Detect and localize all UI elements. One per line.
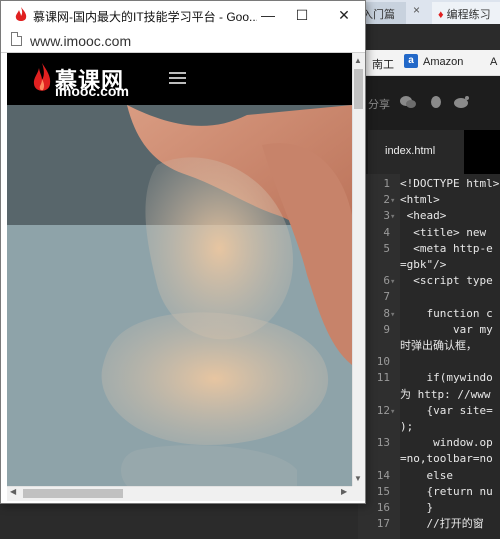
browser-window: 慕课网-国内最大的IT技能学习平台 - Goo... — ☐ ✕ www.imo…	[0, 0, 366, 504]
code-line[interactable]: =gbk"/>	[358, 257, 500, 273]
tab-label: 入门篇	[362, 9, 395, 21]
code-line[interactable]: 。	[358, 532, 500, 539]
code-text: <script type	[400, 274, 493, 288]
code-line[interactable]: 16 }	[358, 500, 500, 516]
code-line[interactable]: 1 <!DOCTYPE html>	[358, 176, 500, 192]
code-line[interactable]: 8▾ function c	[358, 306, 500, 322]
vertical-scrollbar[interactable]	[352, 53, 365, 486]
bookmark-more[interactable]: A	[490, 56, 497, 68]
weibo-icon[interactable]	[454, 95, 470, 109]
code-line[interactable]: 12▾ {var site=	[358, 403, 500, 419]
code-text: =no,toolbar=no	[400, 452, 493, 466]
code-line[interactable]: 2▾ <html>	[358, 192, 500, 208]
code-line[interactable]: 9 var my	[358, 322, 500, 338]
amazon-icon: a	[404, 54, 418, 68]
code-line[interactable]: 3▾ <head>	[358, 208, 500, 224]
code-text: <meta http-e	[400, 241, 493, 255]
code-text: );	[400, 420, 414, 433]
code-text: window.op	[400, 436, 493, 450]
logo-domain[interactable]: imooc.com	[55, 83, 129, 99]
share-label: 分享	[368, 99, 390, 111]
flame-favicon-icon	[15, 7, 27, 21]
code-text: {var site=	[400, 403, 493, 417]
code-line[interactable]: 17 //打开的窗	[358, 516, 500, 532]
window-title: 慕课网-国内最大的IT技能学习平台 - Goo...	[33, 10, 257, 24]
hamburger-menu-icon[interactable]	[169, 72, 186, 85]
code-text: 时弹出确认框，	[400, 339, 477, 352]
scroll-up-icon[interactable]: ▲	[354, 56, 362, 65]
code-text: if(mywindo	[400, 371, 493, 385]
code-text: 。	[400, 533, 411, 539]
tab-index-html[interactable]: index.html	[368, 130, 464, 174]
code-text: }	[400, 501, 434, 514]
line-number: 17	[376, 517, 390, 531]
code-text: <head>	[400, 209, 447, 223]
vertical-scroll-thumb[interactable]	[354, 69, 363, 109]
code-text: =gbk"/>	[400, 258, 447, 271]
horizontal-scroll-thumb[interactable]	[23, 489, 123, 498]
wechat-icon[interactable]	[400, 95, 416, 109]
code-line[interactable]: 15 {return nu	[358, 484, 500, 500]
imooc-flame-icon[interactable]	[33, 63, 51, 95]
code-line[interactable]: 5 <meta http-e	[358, 241, 500, 257]
hero-image	[7, 105, 352, 486]
bookmark-nangong[interactable]: 南工	[372, 56, 394, 72]
code-line[interactable]: 7	[358, 289, 500, 305]
code-text: 为 http: //www	[400, 387, 491, 401]
page-viewport: 慕课网 imooc.com	[7, 53, 352, 486]
bookmark-amazon[interactable]: Amazon	[423, 56, 463, 68]
fold-marker-icon[interactable]: ▾	[390, 209, 400, 224]
code-text: <title> new	[400, 225, 487, 239]
tab-label: 编程练习	[446, 9, 491, 21]
fold-marker-icon[interactable]: ▾	[390, 274, 400, 289]
code-line[interactable]: 4 <title> new	[358, 225, 500, 241]
code-text: else	[400, 468, 453, 482]
editor-tab-label: index.html	[385, 145, 436, 157]
scroll-left-icon[interactable]: ◀	[10, 487, 16, 496]
scroll-down-icon[interactable]: ▼	[354, 474, 362, 483]
code-line[interactable]: 为 http: //www	[358, 387, 500, 403]
minimize-button[interactable]: —	[251, 1, 285, 29]
code-line[interactable]: =no,toolbar=no	[358, 451, 500, 467]
fold-marker-icon[interactable]: ▾	[390, 307, 400, 322]
code-text: //打开的窗	[400, 517, 484, 531]
hands-with-code-lens-image	[7, 105, 352, 486]
code-line[interactable]: 11 if(mywindo	[358, 370, 500, 386]
code-text: <html>	[400, 193, 440, 207]
code-line[interactable]: 6▾ <script type	[358, 273, 500, 289]
maximize-button[interactable]: ☐	[285, 1, 319, 29]
background-tab-exercise[interactable]: ♦ 编程练习	[432, 2, 500, 24]
code-line[interactable]: 时弹出确认框，	[358, 338, 500, 354]
close-button[interactable]: ✕	[327, 1, 361, 29]
code-line[interactable]: 10	[358, 354, 500, 370]
code-line[interactable]: );	[358, 419, 500, 435]
editor-tab-gap	[464, 130, 500, 174]
code-text: <!DOCTYPE html>	[400, 177, 500, 190]
favicon-icon: ♦	[438, 9, 444, 21]
code-line[interactable]: 13 window.op	[358, 435, 500, 451]
page-icon	[11, 32, 22, 46]
code-text: var my	[400, 322, 493, 336]
code-line[interactable]: 14 else	[358, 468, 500, 484]
url-text[interactable]: www.imooc.com	[30, 33, 131, 49]
fold-marker-icon[interactable]: ▾	[390, 404, 400, 419]
code-text: function c	[400, 306, 493, 320]
code-text: {return nu	[400, 484, 493, 498]
qq-icon[interactable]	[428, 95, 444, 109]
site-header: 慕课网 imooc.com	[7, 53, 352, 105]
fold-marker-icon[interactable]: ▾	[390, 193, 400, 208]
tab-close-icon[interactable]: ×	[413, 3, 420, 17]
scrollbar-corner	[352, 486, 365, 501]
scroll-right-icon[interactable]: ▶	[341, 487, 347, 496]
